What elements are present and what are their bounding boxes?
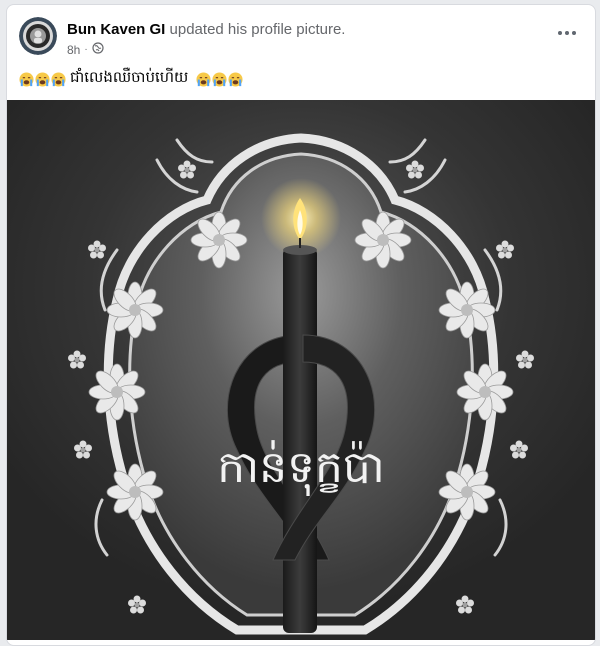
post-timestamp[interactable]: 8h xyxy=(67,43,80,57)
crying-face-emoji-icon xyxy=(19,71,34,87)
crying-face-emoji-icon xyxy=(228,71,243,87)
meta-separator: · xyxy=(84,44,88,55)
globe-icon xyxy=(92,42,104,57)
post-title-line: Bun Kaven GI updated his profile picture… xyxy=(67,21,345,38)
mourning-artwork: កាន់ទុក្ខប៉ា xyxy=(7,100,595,640)
caption-text: ជាំលេងឈឺចាប់ហើយ xyxy=(70,69,189,86)
profile-picture-image[interactable]: កាន់ទុក្ខប៉ា xyxy=(7,100,595,640)
more-options-icon[interactable] xyxy=(553,23,581,43)
crying-face-emoji-icon xyxy=(35,71,50,87)
emoji-group-leading xyxy=(19,71,66,87)
author-name[interactable]: Bun Kaven GI xyxy=(67,21,165,38)
overlay-khmer-text: កាន់ទុក្ខប៉ា xyxy=(217,440,385,496)
post-action-text: updated his profile picture. xyxy=(169,21,346,38)
post-meta: 8h · xyxy=(67,42,104,57)
crying-face-emoji-icon xyxy=(51,71,66,87)
profile-avatar[interactable] xyxy=(19,17,57,55)
post-card: Bun Kaven GI updated his profile picture… xyxy=(6,4,596,646)
post-caption: ជាំលេងឈឺចាប់ហើយ xyxy=(19,68,243,90)
crying-face-emoji-icon xyxy=(196,71,211,87)
emoji-group-trailing xyxy=(196,71,243,87)
crying-face-emoji-icon xyxy=(212,71,227,87)
post-header: Bun Kaven GI updated his profile picture… xyxy=(7,5,595,61)
